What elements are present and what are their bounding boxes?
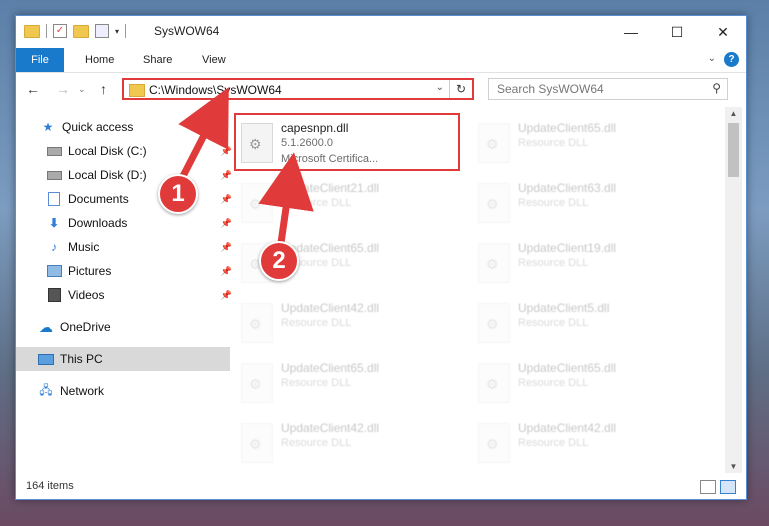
arrow-1 (176, 87, 229, 184)
arrow-2 (258, 152, 314, 251)
step-marker-1: 1 (158, 174, 198, 214)
annotation-arrows (174, 87, 314, 256)
step-marker-2: 2 (259, 241, 299, 281)
